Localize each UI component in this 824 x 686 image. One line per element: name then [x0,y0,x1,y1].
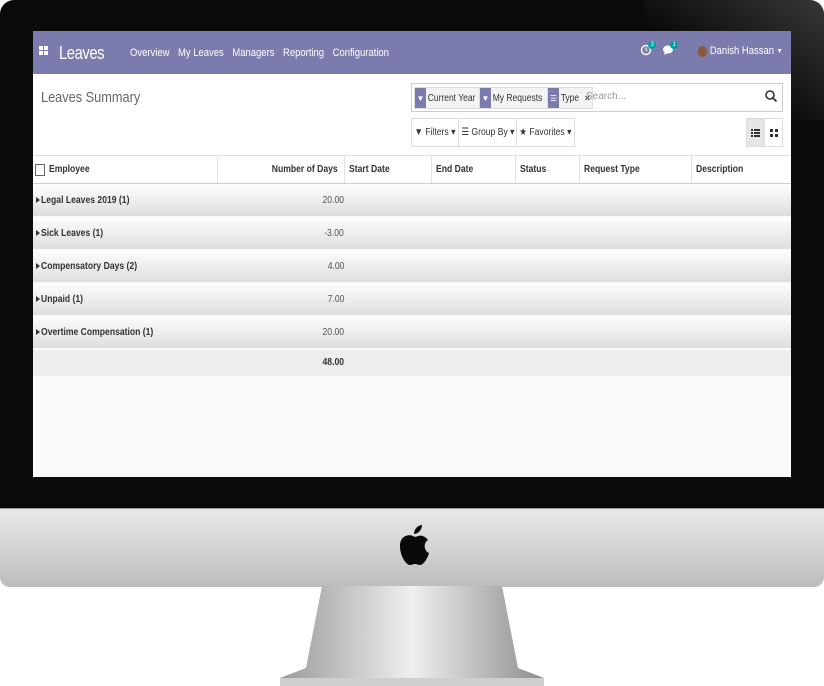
kanban-view-button[interactable] [764,118,783,147]
menu-managers[interactable]: Managers [232,47,274,59]
caret-right-icon [36,296,40,302]
total-row: 48.00 [33,350,791,376]
top-navbar: Leaves Overview My Leaves Managers Repor… [33,31,791,74]
menu-my-leaves[interactable]: My Leaves [178,47,224,59]
messaging-menu[interactable]: 1 [662,41,678,58]
column-status[interactable]: Status [515,156,579,183]
group-row[interactable]: Overtime Compensation (1) 20.00 [33,317,791,348]
apps-menu-icon[interactable] [39,46,48,55]
favorites-button[interactable]: ★ Favorites ▾ [516,118,575,147]
list-view-icon [751,128,760,137]
group-by-button[interactable]: ☰ Group By ▾ [458,118,517,147]
caret-down-icon: ▼ [777,47,783,55]
column-description[interactable]: Description [691,156,791,183]
page-title: Leaves Summary [41,89,141,106]
list-view-button[interactable] [746,118,765,147]
star-icon: ★ [519,127,528,138]
group-row[interactable]: Legal Leaves 2019 (1) 20.00 [33,185,791,216]
caret-right-icon [36,197,40,203]
column-end-date[interactable]: End Date [431,156,515,183]
menu-reporting[interactable]: Reporting [283,47,324,59]
group-by-icon: ☰ [460,127,469,138]
group-row[interactable]: Compensatory Days (2) 4.00 [33,251,791,282]
systray: 3 1 Danish Hassan ▼ [640,41,783,58]
filter-icon: ▼ [414,127,424,138]
group-by-icon: ☰ [548,88,559,108]
total-days: 48.00 [322,357,344,368]
user-name: Danish Hassan [710,45,775,57]
kanban-view-icon [769,128,778,137]
screen: Leaves Overview My Leaves Managers Repor… [33,31,791,477]
caret-right-icon [36,263,40,269]
search-box[interactable]: ▼ Current Year × ▼ My Requests × ☰ Type … [411,83,783,112]
select-all-checkbox[interactable] [35,164,45,176]
column-request-type[interactable]: Request Type [579,156,691,183]
menu-configuration[interactable]: Configuration [333,47,389,59]
group-row[interactable]: Unpaid (1) 7.00 [33,284,791,315]
group-row[interactable]: Sick Leaves (1) -3.00 [33,218,791,249]
main-menu: Overview My Leaves Managers Reporting Co… [130,47,389,59]
filter-icon: ▼ [480,88,491,108]
table-header: Employee Number of Days Start Date End D… [33,156,791,184]
caret-right-icon [36,329,40,335]
control-panel: Leaves Summary ▼ Current Year × ▼ My Req… [33,74,791,156]
search-input[interactable]: Search... [586,91,626,102]
caret-right-icon [36,230,40,236]
menu-overview[interactable]: Overview [130,47,169,59]
filters-button[interactable]: ▼ Filters ▾ [411,118,459,147]
column-start-date[interactable]: Start Date [344,156,431,183]
column-employee[interactable]: Employee [45,156,217,183]
user-menu[interactable]: Danish Hassan ▼ [698,45,783,57]
monitor-stand [280,586,544,686]
filter-icon: ▼ [415,88,426,108]
activity-count-badge: 3 [648,41,656,49]
message-count-badge: 1 [670,41,678,49]
app-title[interactable]: Leaves [59,43,105,64]
activity-menu[interactable]: 3 [640,41,656,58]
apple-logo-icon [400,525,429,565]
search-icon[interactable] [764,89,778,103]
column-number-of-days[interactable]: Number of Days [217,156,344,183]
avatar [698,45,708,57]
